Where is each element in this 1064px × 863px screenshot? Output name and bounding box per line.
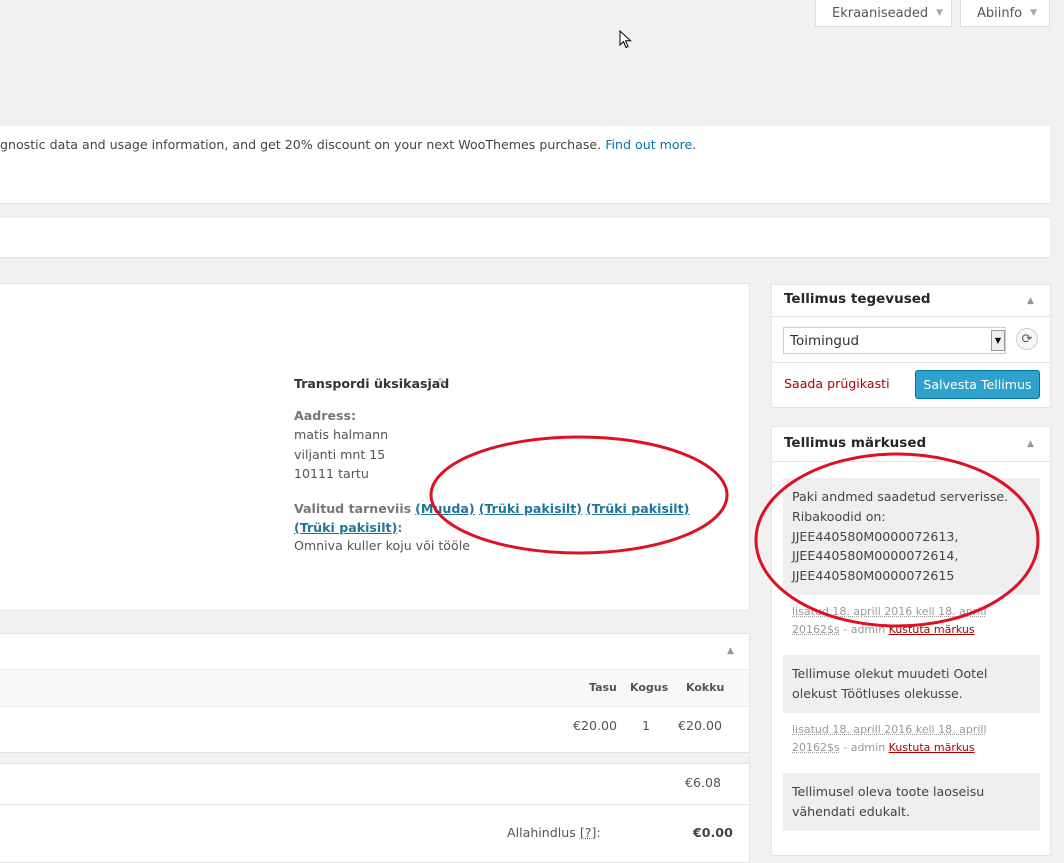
- address-line: viljanti mnt 15: [294, 447, 386, 462]
- item-cost: €20.00: [573, 718, 618, 733]
- print-label-link[interactable]: (Trüki pakisilt): [586, 501, 689, 516]
- tracking-notice: gnostic data and usage information, and …: [0, 126, 1050, 203]
- order-note: Paki andmed saadetud serverisse. Ribakoo…: [783, 478, 1040, 595]
- caret-up-icon[interactable]: ▲: [727, 646, 734, 656]
- divider: [772, 461, 1050, 462]
- note-meta: lisatud 18. aprill 2016 kell 18. aprill …: [792, 605, 987, 636]
- shipping-details-title: Transpordi üksikasjad: [294, 376, 450, 391]
- print-label-link[interactable]: (Trüki pakisilt): [479, 501, 582, 516]
- print-label-link[interactable]: (Trüki pakisilt): [294, 520, 397, 535]
- refresh-icon[interactable]: ⟳: [1016, 328, 1038, 350]
- caret-up-icon[interactable]: ▲: [1027, 296, 1034, 306]
- delete-note-link[interactable]: Kustuta märkus: [889, 623, 975, 636]
- address-line: matis halmann: [294, 427, 389, 442]
- shipping-method: Valitud tarneviis (Muuda) (Trüki pakisil…: [294, 501, 690, 535]
- screen-options-button[interactable]: Ekraaniseaded ▼: [815, 0, 952, 27]
- change-link[interactable]: (Muuda): [415, 501, 475, 516]
- divider: [0, 763, 749, 764]
- pencil-icon[interactable]: ✎: [437, 375, 447, 389]
- order-note: Tellimuse olekut muudeti Ootel olekust T…: [783, 655, 1040, 713]
- order-items-panel: [0, 633, 750, 863]
- column-total: Kokku: [686, 681, 725, 694]
- delete-note-link[interactable]: Kustuta märkus: [889, 741, 975, 754]
- divider: [0, 753, 749, 763]
- order-actions-title: Tellimus tegevused: [784, 291, 931, 307]
- shipping-method-label: Valitud tarneviis: [294, 501, 412, 516]
- order-note: Tellimusel oleva toote laoseisu vähendat…: [783, 773, 1040, 831]
- column-cost: Tasu: [589, 681, 617, 694]
- address-line: 10111 tartu: [294, 466, 369, 481]
- note-meta: lisatud 18. aprill 2016 kell 18. aprill …: [792, 723, 987, 754]
- discount-value: €0.00: [693, 825, 733, 840]
- chevron-down-icon[interactable]: ▼: [991, 330, 1005, 351]
- shipping-carrier: Omniva kuller koju või tööle: [294, 538, 470, 553]
- discount-help[interactable]: [?]: [580, 825, 597, 840]
- order-actions-select[interactable]: Toimingud ▼: [783, 327, 1006, 354]
- select-value: Toimingud: [790, 333, 860, 349]
- help-label: Abiinfo: [977, 5, 1023, 21]
- divider: [0, 804, 749, 805]
- discount-label: Allahindlus [?]:: [507, 825, 601, 840]
- help-button[interactable]: Abiinfo ▼: [960, 0, 1050, 27]
- divider: [772, 362, 1050, 363]
- address-label: Aadress:: [294, 408, 357, 423]
- caret-down-icon: ▼: [1030, 8, 1038, 18]
- screen-options-label: Ekraaniseaded: [832, 5, 929, 21]
- caret-up-icon[interactable]: ▲: [1027, 439, 1034, 449]
- order-title-bar: [0, 218, 1050, 257]
- caret-down-icon: ▼: [936, 8, 944, 18]
- move-to-trash-link[interactable]: Saada prügikasti: [784, 376, 890, 391]
- mouse-cursor-icon: [619, 30, 632, 49]
- find-out-more-link[interactable]: Find out more: [605, 137, 692, 152]
- item-qty: 1: [642, 718, 651, 733]
- divider: [772, 316, 1050, 317]
- save-order-button[interactable]: Salvesta Tellimus: [915, 370, 1040, 399]
- column-qty: Kogus: [630, 681, 669, 694]
- shipping-total: €6.08: [685, 775, 722, 790]
- order-notes-title: Tellimus märkused: [784, 435, 927, 451]
- item-total: €20.00: [678, 718, 723, 733]
- notice-text: gnostic data and usage information, and …: [0, 137, 697, 152]
